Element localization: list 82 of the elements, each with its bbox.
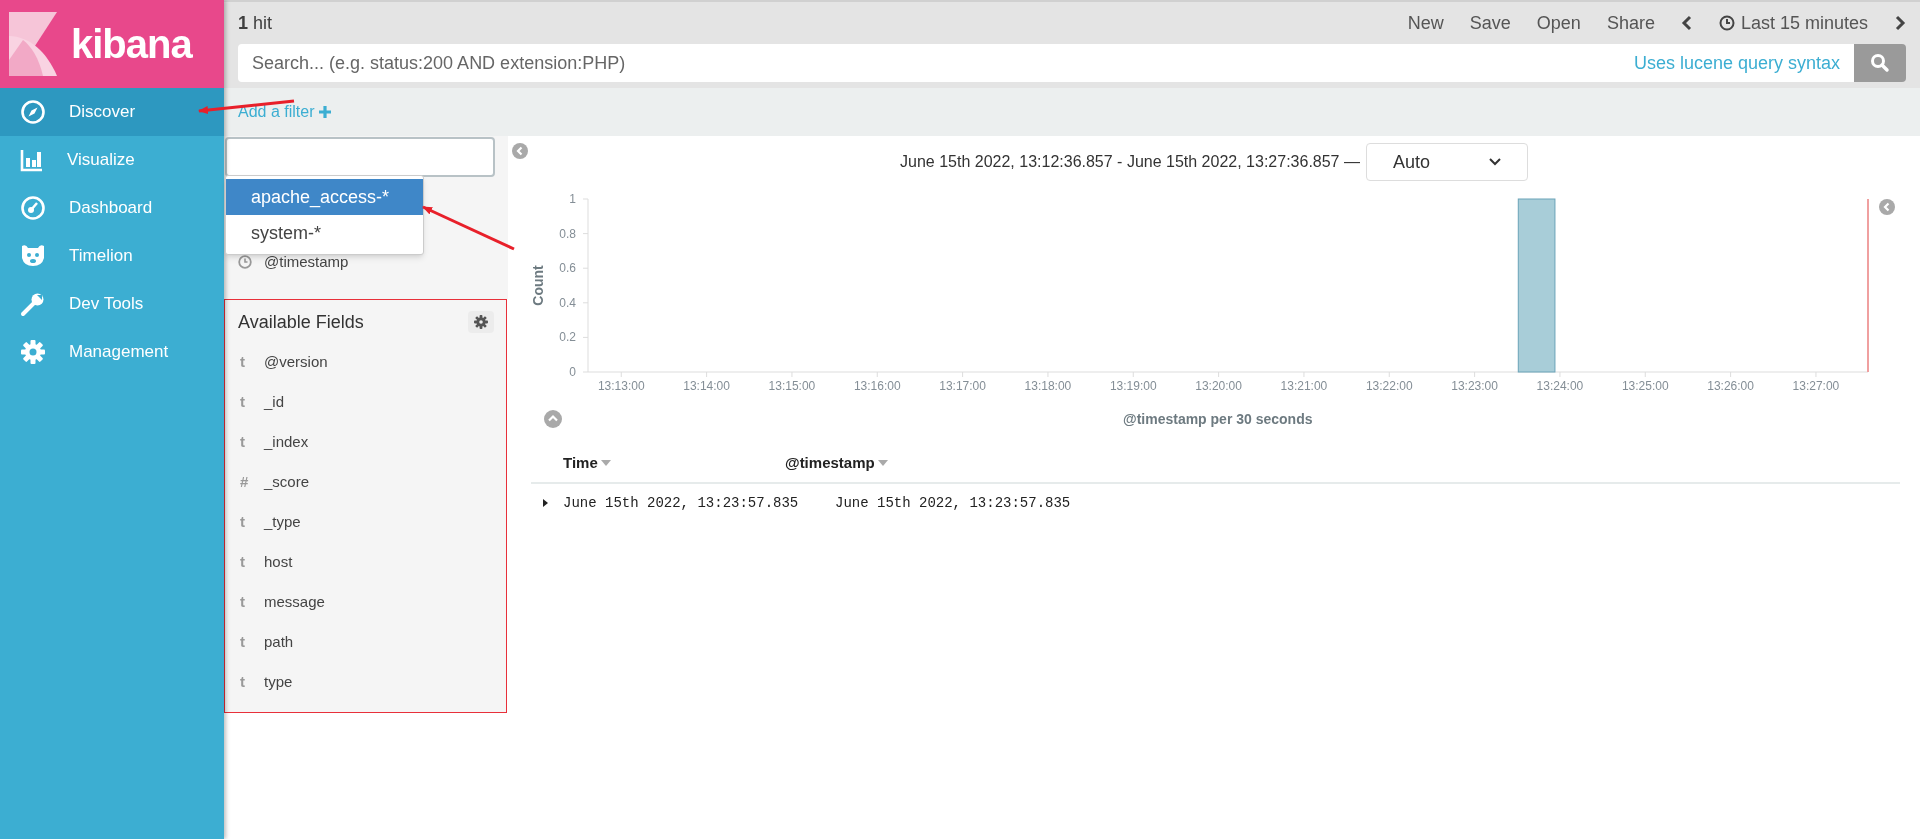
settings-button[interactable]	[468, 311, 494, 333]
collapse-sidebar-icon[interactable]	[512, 143, 528, 159]
clock-icon	[1718, 15, 1735, 31]
tick-label: 13:26:00	[1707, 379, 1754, 393]
index-pattern-field[interactable]	[225, 137, 495, 177]
field-name[interactable]: @timestamp	[264, 250, 349, 274]
table-cell-text: June 15th 2022, 13:23:57.835	[563, 493, 800, 513]
panel-title: Available Fields	[238, 310, 364, 334]
axis-title: @timestamp per 30 seconds	[1123, 409, 1313, 429]
tick-label: 13:23:00	[1451, 379, 1498, 393]
menu-link[interactable]: Share	[1606, 9, 1655, 37]
field-type-label: t	[240, 591, 246, 612]
menu-link[interactable]: Open	[1536, 9, 1581, 37]
tick-label: 13:18:00	[1024, 379, 1072, 393]
field-name[interactable]: _type	[264, 510, 301, 534]
tick-label: 13:20:00	[1195, 379, 1242, 393]
tick-label: 13:17:00	[939, 379, 986, 393]
field-type-label: t	[240, 511, 246, 532]
tick-label: 13:14:00	[683, 379, 730, 393]
tick-label: 13:15:00	[768, 379, 816, 393]
gauge-icon	[20, 195, 46, 221]
sort-caret-icon[interactable]	[877, 460, 888, 466]
table-cell-text: June 15th 2022, 13:23:57.835	[835, 493, 1071, 513]
wrench-icon	[20, 291, 46, 317]
time-range-text: June 15th 2022, 13:12:36.857 - June 15th 2022, 13:27:36.857 —	[900, 152, 1360, 172]
tick-label: 0.6	[559, 261, 576, 276]
tick-label: 13:24:00	[1536, 379, 1584, 393]
field-type-label: t	[240, 351, 246, 372]
hit-count: 1 hit	[238, 11, 273, 35]
histogram-bar[interactable]	[1517, 198, 1556, 373]
chevron-right-icon[interactable]	[1894, 15, 1906, 31]
field-type-label: t	[240, 431, 246, 452]
field-name[interactable]: _index	[264, 430, 309, 454]
field-name[interactable]: message	[264, 590, 325, 614]
bear-face-icon	[20, 244, 46, 268]
time-picker-link[interactable]: Last 15 minutes	[1718, 9, 1868, 37]
plus-icon	[319, 106, 332, 118]
column-header[interactable]: Time	[531, 451, 785, 475]
bar-chart-icon	[20, 148, 44, 172]
field-type-label: t	[240, 631, 246, 652]
nav-item[interactable]: Discover	[0, 88, 224, 136]
interval-select[interactable]: Auto	[1365, 143, 1528, 181]
search-button[interactable]	[1854, 44, 1906, 82]
field-name[interactable]: _id	[264, 390, 285, 414]
dropdown-option[interactable]: system-*	[226, 215, 423, 251]
field-name[interactable]: _score	[264, 470, 310, 494]
dropdown-option[interactable]: apache_access-*	[226, 179, 423, 215]
tick-label: 13:21:00	[1280, 379, 1328, 393]
kibana-logo-icon	[9, 12, 57, 76]
tick-label: 13:19:00	[1109, 379, 1157, 393]
field-type-label: t	[240, 551, 246, 572]
menu-link[interactable]: New	[1407, 9, 1444, 37]
field-name[interactable]: @version	[264, 350, 328, 374]
tick-label: 13:16:00	[853, 379, 901, 393]
sort-caret-icon[interactable]	[600, 460, 611, 466]
tick-label: 13:13:00	[597, 379, 645, 393]
settings-icon	[474, 315, 488, 329]
field-type-label: t	[240, 671, 246, 692]
tick-label: 13:27:00	[1792, 379, 1840, 393]
tick-label: 1	[569, 192, 576, 206]
logo-text: kibana	[71, 21, 192, 68]
field-name[interactable]: path	[264, 630, 294, 654]
search-icon	[1870, 53, 1890, 73]
field-type-label: t	[240, 391, 246, 412]
field-name[interactable]: type	[264, 670, 293, 694]
tick-label: 0.2	[559, 330, 576, 345]
collapse-chart-icon[interactable]	[544, 410, 562, 428]
chevron-down-icon	[1488, 158, 1501, 166]
clock-icon	[238, 255, 252, 269]
field-type-label: #	[240, 471, 250, 492]
axis-title: Count	[530, 265, 546, 306]
compass-icon	[20, 99, 46, 125]
collapse-legend-icon[interactable]	[1879, 199, 1895, 215]
tick-label: 13:25:00	[1621, 379, 1669, 393]
tick-label: 0.8	[559, 226, 576, 241]
column-header[interactable]: @timestamp	[785, 451, 888, 475]
field-name[interactable]: host	[264, 550, 293, 574]
tick-label: 0	[569, 365, 576, 379]
tick-label: 0.4	[559, 295, 576, 310]
tick-label: 13:22:00	[1365, 379, 1413, 393]
menu-link[interactable]: Save	[1469, 9, 1511, 37]
chevron-left-icon[interactable]	[1680, 15, 1693, 31]
